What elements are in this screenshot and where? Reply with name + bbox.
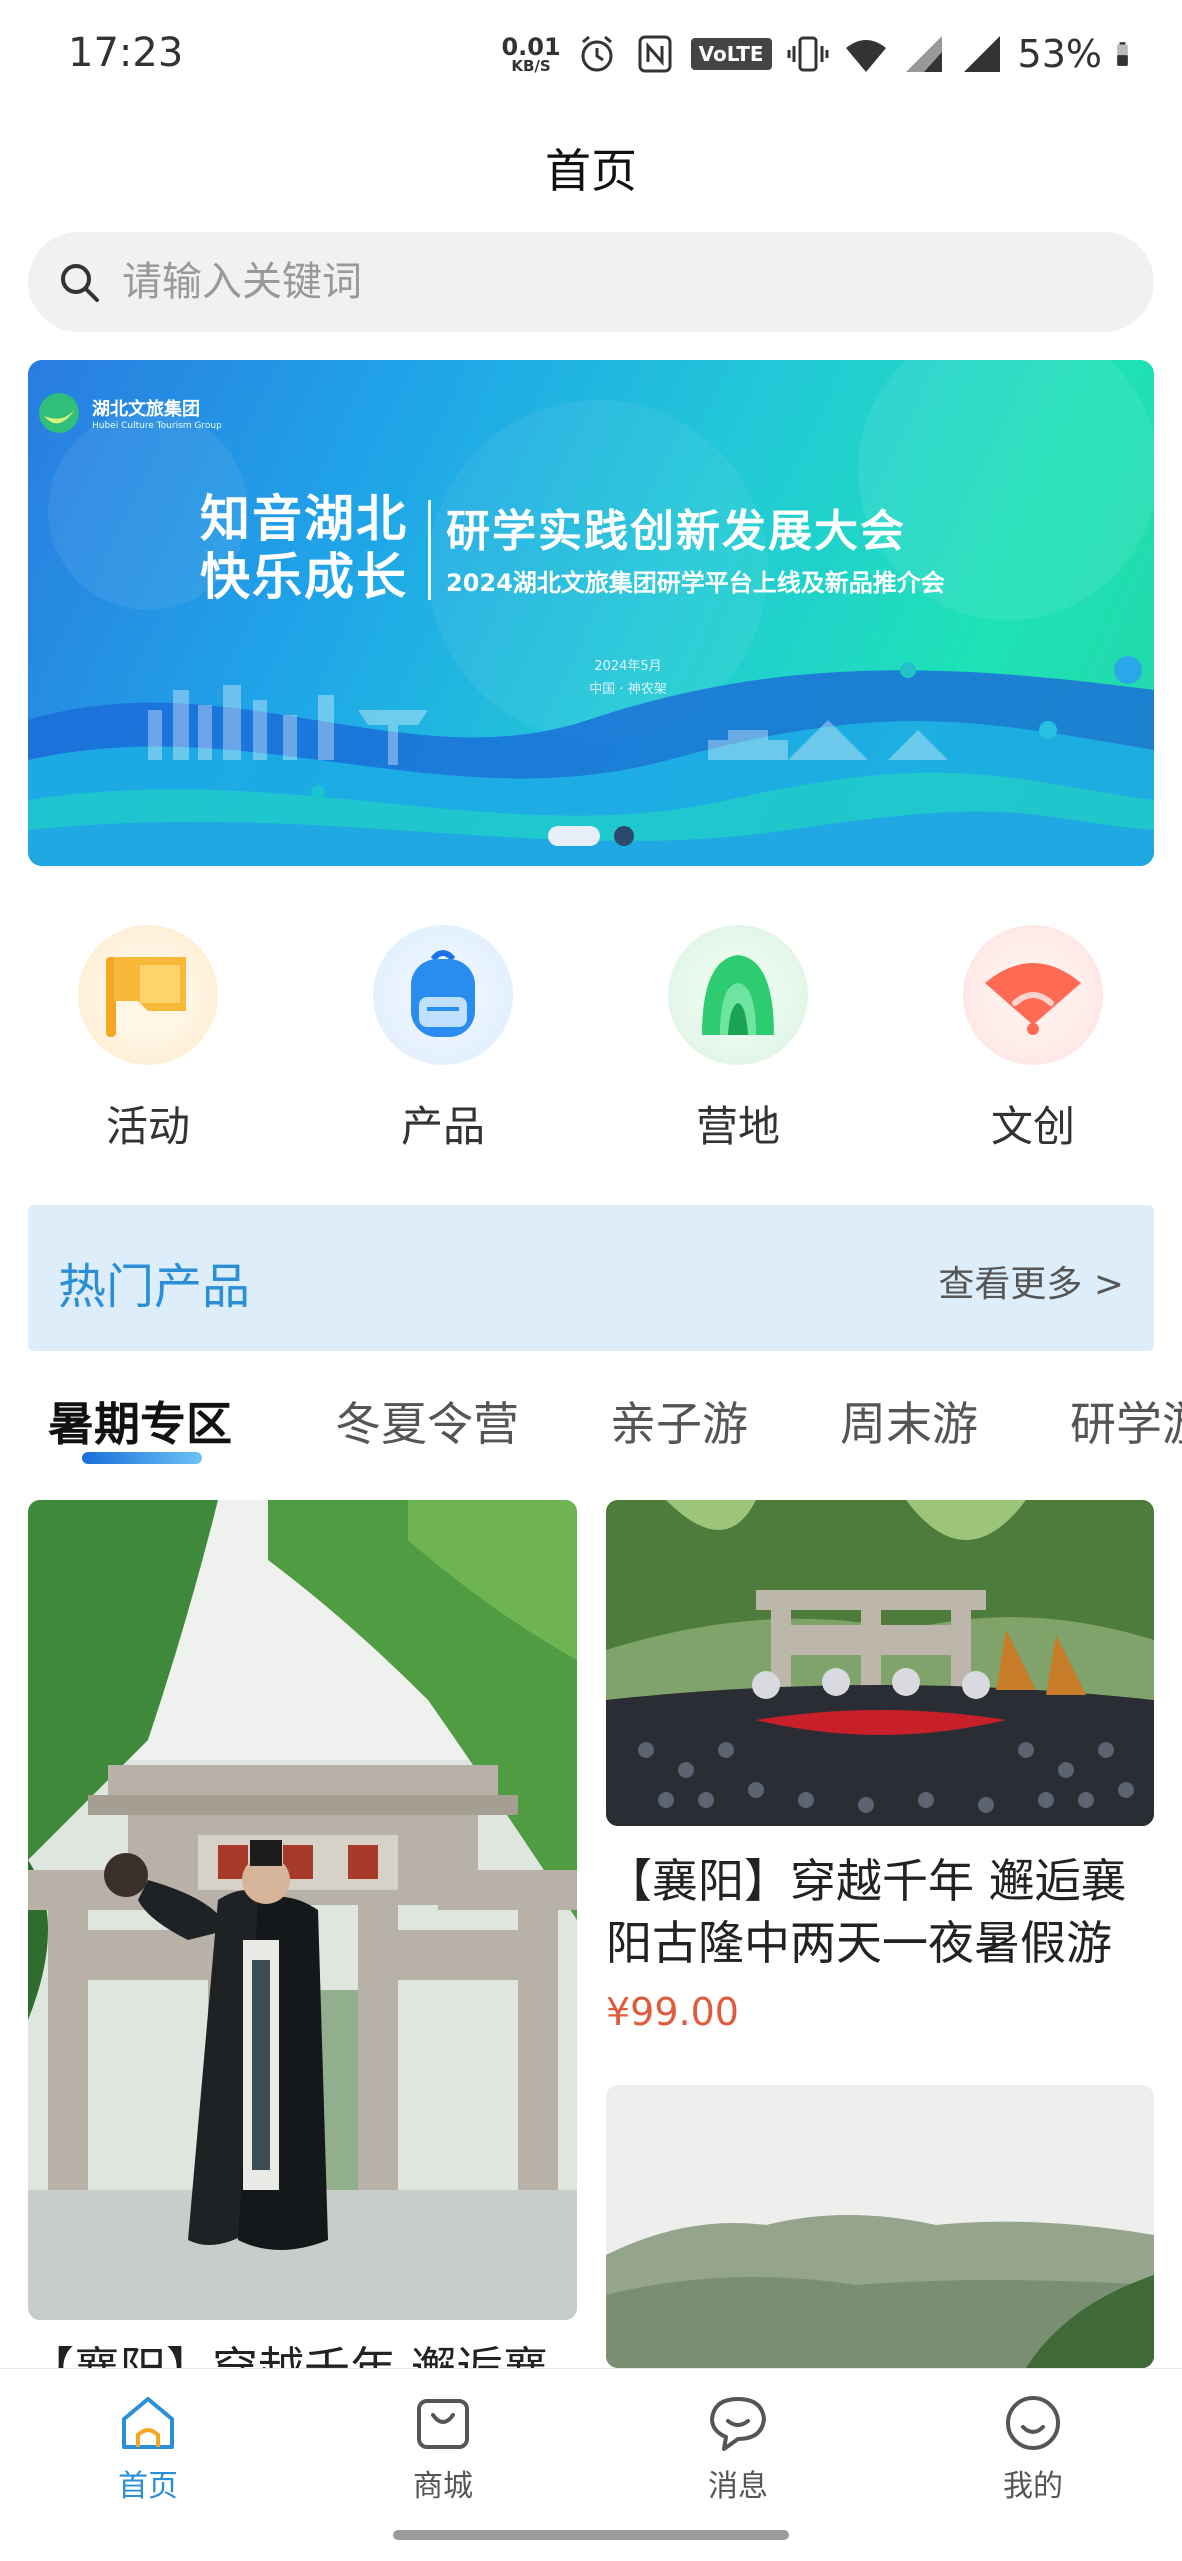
active-tab-indicator — [82, 1452, 202, 1464]
nav-messages[interactable]: 消息 — [658, 2391, 818, 2505]
wifi-icon — [845, 40, 886, 72]
banner-logo: 湖北文旅集团 Hubei Culture Tourism Group — [36, 390, 222, 436]
net-speed-indicator: 0.01 KB/S — [501, 32, 561, 75]
category-cultural-creative[interactable]: 文创 — [933, 925, 1133, 1154]
search-bar[interactable] — [28, 232, 1154, 332]
banner-divider — [428, 500, 431, 600]
battery-percent: 53% — [1017, 32, 1102, 76]
alarm-icon — [581, 35, 613, 72]
category-grid: 活动 产品 营地 文创 — [0, 925, 1182, 1155]
tab-weekend-trip[interactable]: 周末游 — [840, 1388, 978, 1454]
backpack-icon — [411, 950, 475, 1037]
mountain-landscape-photo — [606, 2085, 1154, 2368]
fan-icon — [985, 963, 1081, 1035]
status-bar: 17:23 0.01 KB/S VoLTE 53% — [0, 0, 1182, 110]
carousel-dot-active[interactable] — [548, 826, 600, 846]
view-more-link[interactable]: 查看更多 > — [938, 1255, 1124, 1307]
product-tabs: 暑期专区 冬夏令营 亲子游 周末游 研学游 — [0, 1380, 1182, 1480]
carousel-indicator — [548, 826, 634, 846]
status-icons: 0.01 KB/S VoLTE 53% — [501, 24, 1142, 84]
banner-subtitle: 2024湖北文旅集团研学平台上线及新品推介会 — [446, 569, 945, 597]
tab-study-tour[interactable]: 研学游 — [1070, 1388, 1182, 1454]
nav-mall[interactable]: 商城 — [363, 2391, 523, 2505]
battery-icon — [1117, 42, 1128, 66]
banner-slogan: 知音湖北 快乐成长 — [200, 490, 408, 606]
product-card-image[interactable] — [606, 2085, 1154, 2368]
carousel-dot[interactable] — [614, 826, 634, 846]
logo-icon — [39, 393, 79, 433]
page-title: 首页 — [545, 144, 637, 198]
nav-home[interactable]: 首页 — [68, 2391, 228, 2505]
banner-carousel[interactable]: 湖北文旅集团 Hubei Culture Tourism Group 知音湖北 … — [28, 360, 1154, 866]
profile-smile-icon — [1006, 2396, 1060, 2450]
nfc-icon — [638, 35, 672, 73]
home-indicator[interactable] — [393, 2530, 789, 2540]
banner-date: 2024年5月 — [594, 659, 662, 674]
search-input[interactable] — [120, 258, 1024, 306]
category-camp[interactable]: 营地 — [638, 925, 838, 1154]
product-title[interactable]: 【襄阳】穿越千年 邂逅襄 阳古隆中两天一夜暑假游 — [606, 1850, 1166, 1974]
banner-location: 中国 · 神农架 — [589, 682, 667, 697]
category-activity[interactable]: 活动 — [48, 925, 248, 1154]
search-icon — [61, 264, 99, 302]
banner-title: 研学实践创新发展大会 — [446, 506, 906, 557]
message-icon — [710, 2397, 766, 2451]
signal-icon — [905, 36, 942, 72]
tab-winter-summer-camp[interactable]: 冬夏令营 — [335, 1388, 519, 1454]
shopping-bag-icon — [417, 2399, 469, 2449]
vibrate-icon — [787, 36, 829, 72]
volte-badge: VoLTE — [690, 38, 772, 70]
gulongzhong-performance-photo — [606, 1500, 1154, 1826]
tab-family-trip[interactable]: 亲子游 — [610, 1388, 748, 1454]
status-time: 17:23 — [68, 30, 184, 76]
signal-icon-2 — [963, 36, 1000, 72]
product-price: ¥99.00 — [606, 1990, 739, 2034]
hot-products-title: 热门产品 — [58, 1259, 251, 1315]
tab-summer[interactable]: 暑期专区 — [48, 1388, 232, 1454]
product-card-image[interactable] — [606, 1500, 1154, 1826]
home-icon — [122, 2397, 174, 2449]
product-card-image[interactable] — [28, 1500, 577, 2320]
tent-icon — [702, 955, 774, 1035]
nav-profile[interactable]: 我的 — [953, 2391, 1113, 2505]
category-product[interactable]: 产品 — [343, 925, 543, 1154]
kongming-archway-photo — [28, 1500, 577, 2320]
flag-icon — [106, 957, 186, 1037]
hot-products-header: 热门产品 查看更多 > — [28, 1205, 1154, 1351]
